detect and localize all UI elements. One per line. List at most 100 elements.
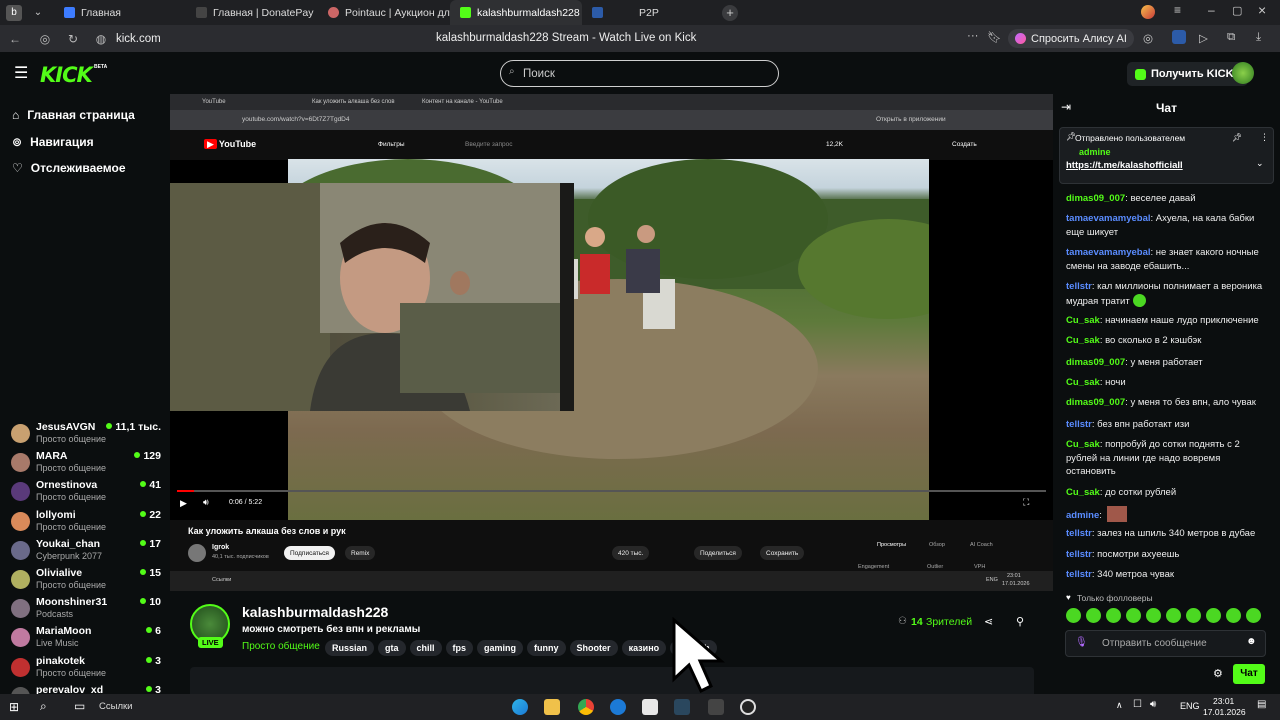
media-icon[interactable]: ▷ — [1199, 31, 1208, 45]
follow-icon[interactable]: ⚲ — [1016, 615, 1024, 628]
sidebar-channel[interactable]: Olivialive Просто общение 15 — [11, 567, 161, 595]
url-text[interactable]: kick.com — [116, 33, 161, 45]
emote-icon[interactable] — [1086, 608, 1101, 623]
tab-0[interactable]: Главная — [54, 0, 186, 25]
tab-1[interactable]: Главная | DonatePay — [186, 0, 318, 25]
sidebar-channel[interactable]: Moonshiner31 Podcasts 10 — [11, 596, 161, 624]
chat-username[interactable]: tellstr — [1066, 281, 1092, 292]
menu-icon[interactable]: ≡ — [1174, 3, 1181, 17]
app2-icon[interactable] — [708, 699, 724, 715]
chat-username[interactable]: dimas09_007 — [1066, 357, 1125, 368]
sidebar-item-following[interactable]: ♡ Отслеживаемое — [12, 161, 126, 175]
progress-bar[interactable] — [177, 490, 1046, 492]
emote-icon[interactable] — [1066, 608, 1081, 623]
yandex-browser-icon[interactable] — [642, 699, 658, 715]
chat-username[interactable]: tellstr — [1066, 528, 1092, 539]
sidebar-channel[interactable]: pinakotek Просто общение 3 — [11, 655, 161, 683]
volume-icon[interactable]: 🔊︎ — [203, 497, 209, 508]
sidebar-channel[interactable]: MariaMoon Live Music 6 — [11, 625, 161, 653]
chat-username[interactable]: tamaevamamyebal — [1066, 213, 1151, 224]
video-player[interactable]: YouTube Как уложить алкаша без слов Конт… — [170, 94, 1053, 591]
more-options-icon[interactable]: ⋮ — [1260, 132, 1269, 143]
play-icon[interactable]: ▶ — [180, 498, 187, 509]
chat-username[interactable]: tellstr — [1066, 569, 1092, 580]
back-icon[interactable]: ← — [4, 32, 26, 46]
tab-4[interactable]: P2P — [582, 0, 714, 25]
chat-username[interactable]: Cu_sak — [1066, 315, 1100, 326]
alice-button[interactable]: Спросить Алису AI — [1008, 29, 1134, 48]
sidebar-item-home[interactable]: ⌂ Главная страница — [12, 108, 135, 122]
stream-tag[interactable]: funny — [527, 640, 566, 656]
chat-username[interactable]: dimas09_007 — [1066, 397, 1125, 408]
task-view-icon[interactable]: ▭ — [74, 699, 85, 713]
stream-tag[interactable]: chill — [409, 640, 442, 656]
emote-icon[interactable] — [1186, 608, 1201, 623]
minimize-icon[interactable]: – — [1208, 3, 1215, 17]
stream-tag[interactable]: казино — [621, 640, 667, 656]
emote-icon[interactable] — [1126, 608, 1141, 623]
hamburger-menu-icon[interactable]: ☰ — [14, 63, 28, 83]
unpin-icon[interactable]: 📌︎ — [1232, 133, 1242, 142]
emote-icon[interactable] — [1146, 608, 1161, 623]
pinned-link[interactable]: https://t.me/kalashofficiall — [1066, 160, 1183, 171]
emote-icon[interactable] — [1246, 608, 1261, 623]
share-icon[interactable]: ⋖ — [984, 615, 993, 628]
close-window-icon[interactable]: × — [1258, 2, 1266, 18]
sidebar-channel[interactable]: JesusAVGN Просто общение 11,1 тыс. — [11, 421, 161, 449]
emote-icon[interactable] — [1166, 608, 1181, 623]
chat-username[interactable]: Cu_sak — [1066, 335, 1100, 346]
collapse-chat-icon[interactable]: ⇥ — [1061, 100, 1071, 114]
protect-icon[interactable]: ◎ — [34, 32, 56, 46]
stream-tag[interactable]: fps — [445, 640, 474, 656]
chat-username[interactable]: tellstr — [1066, 419, 1092, 430]
kick-logo[interactable]: KICK — [40, 63, 93, 87]
chat-username[interactable]: admine — [1066, 510, 1099, 521]
extension-icon[interactable] — [1172, 30, 1186, 44]
chat-username[interactable]: tamaevamamyebal — [1066, 247, 1151, 258]
chat-username[interactable]: Cu_sak — [1066, 377, 1100, 388]
search-icon[interactable]: ⌕ — [40, 699, 47, 714]
obs-icon[interactable] — [740, 699, 756, 715]
steam-icon[interactable] — [674, 699, 690, 715]
search-input[interactable]: ⌕ Поиск — [500, 60, 779, 87]
new-tab-icon[interactable]: + — [722, 4, 738, 21]
sidebar-item-browse[interactable]: ⊚ Навигация — [12, 135, 94, 149]
taskbar-search-label[interactable]: Ссылки — [99, 701, 132, 712]
chat-username[interactable]: tellstr — [1066, 549, 1092, 560]
sidebar-channel[interactable]: lollyomi Просто общение 22 — [11, 509, 161, 537]
site-info-icon[interactable]: ◍ — [90, 32, 112, 46]
emote-icon[interactable] — [1206, 608, 1221, 623]
mic-icon[interactable]: 🎙︎ — [1075, 637, 1088, 648]
tab-2[interactable]: Pointauc | Аукцион для ст — [318, 0, 450, 25]
taskbar-lang[interactable]: ENG — [1180, 701, 1200, 711]
extensions-icon[interactable]: ⧉ — [1227, 31, 1235, 44]
explorer-icon[interactable] — [544, 699, 560, 715]
stream-category[interactable]: Просто общение — [242, 641, 320, 652]
bookmark-icon[interactable]: 🔖︎ — [987, 30, 1002, 44]
stream-tag[interactable]: gta — [378, 640, 406, 656]
chat-settings-icon[interactable]: ⚙ — [1213, 667, 1223, 680]
chat-input[interactable]: 🎙︎ Отправить сообщение ☻ — [1065, 630, 1266, 657]
chrome-icon[interactable] — [578, 699, 594, 715]
tab-list-icon[interactable]: ⌄ — [30, 7, 46, 18]
emote-icon[interactable] — [1226, 608, 1241, 623]
profile-icon[interactable] — [1141, 5, 1155, 19]
fullscreen-icon[interactable]: ⛶ — [1023, 497, 1029, 508]
globe-icon[interactable]: ◎ — [1143, 31, 1153, 45]
network-icon[interactable]: ☐ — [1133, 699, 1142, 710]
chat-username[interactable]: Cu_sak — [1066, 439, 1100, 450]
send-button[interactable]: Чат — [1233, 664, 1265, 684]
downloads-icon[interactable]: ⤓ — [1256, 31, 1261, 44]
get-kicks-button[interactable]: Получить KICKs — [1127, 62, 1248, 86]
emoji-icon[interactable]: ☻ — [1246, 636, 1257, 647]
more-icon[interactable]: ··· — [967, 30, 979, 42]
channel-name[interactable]: kalashburmaldash228 — [242, 604, 388, 620]
stream-tag[interactable]: Shooter — [569, 640, 618, 656]
stream-tag[interactable]: gaming — [477, 640, 524, 656]
chat-username[interactable]: dimas09_007 — [1066, 193, 1125, 204]
avatar[interactable] — [1232, 62, 1254, 84]
edge-icon[interactable] — [512, 699, 528, 715]
chat-username[interactable]: Cu_sak — [1066, 487, 1100, 498]
sidebar-channel[interactable]: Youkai_chan Cyberpunk 2077 17 — [11, 538, 161, 566]
app-icon[interactable] — [610, 699, 626, 715]
